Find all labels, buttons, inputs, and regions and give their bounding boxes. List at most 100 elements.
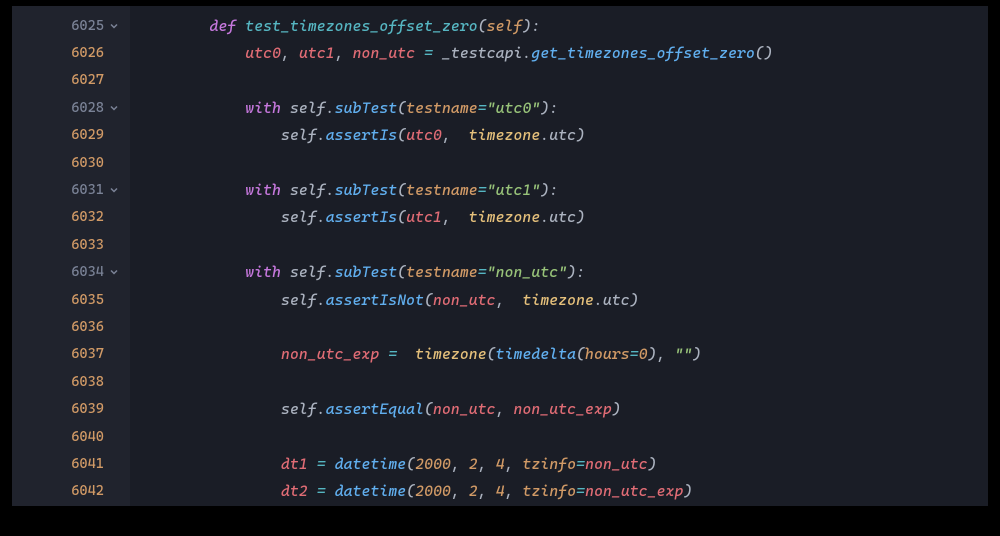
token-pun: utc) <box>549 126 585 144</box>
token-op: = <box>478 181 487 199</box>
token-var: dt1 <box>281 455 308 473</box>
token-pun: _testcapi. <box>433 44 531 62</box>
line-number: 6026 <box>48 45 104 61</box>
gutter-line: 6029 <box>12 122 130 149</box>
token-var: utc1 <box>406 208 442 226</box>
line-number: 6034 <box>48 264 104 280</box>
token-pun <box>415 44 424 62</box>
token-num: 2 <box>469 455 478 473</box>
token-var: non_utc <box>353 44 416 62</box>
token-pun: , <box>442 126 460 144</box>
token-pun <box>308 482 317 500</box>
token-pun: ( <box>478 17 487 35</box>
token-call: assertEqual <box>326 400 424 418</box>
token-call: datetime <box>335 455 407 473</box>
gutter-line: 6042 <box>12 478 130 505</box>
chevron-down-icon[interactable] <box>104 102 124 114</box>
token-obj: timezone <box>460 126 540 144</box>
token-kw: with <box>245 263 281 281</box>
token-call: get_timezones_offset_zero <box>531 44 754 62</box>
token-pun <box>397 345 406 363</box>
chevron-down-icon[interactable] <box>104 20 124 32</box>
token-pun: ): <box>567 263 585 281</box>
gutter-line[interactable]: 6025 <box>12 12 130 39</box>
code-line[interactable]: self.assertIs(utc1, timezone.utc) <box>138 204 988 231</box>
token-op: = <box>478 263 487 281</box>
token-pun: , <box>451 455 469 473</box>
gutter-line: 6037 <box>12 341 130 368</box>
code-line[interactable]: dt1 = datetime(2000, 2, 4, tzinfo=non_ut… <box>138 450 988 477</box>
token-pun <box>138 181 245 199</box>
token-pun: , <box>478 482 496 500</box>
line-number: 6037 <box>48 346 104 362</box>
gutter-line: 6041 <box>12 450 130 477</box>
token-pun: , <box>281 44 299 62</box>
token-pun: ( <box>397 263 406 281</box>
token-pun: ( <box>424 400 433 418</box>
token-pun <box>326 455 335 473</box>
token-kw: with <box>245 99 281 117</box>
token-op: = <box>576 455 585 473</box>
token-op: = <box>630 345 639 363</box>
code-line[interactable]: def test_timezones_offset_zero(self): <box>138 12 988 39</box>
chevron-down-icon[interactable] <box>104 184 124 196</box>
chevron-down-icon[interactable] <box>104 266 124 278</box>
token-pun: , <box>496 400 514 418</box>
token-var: non_utc <box>433 291 496 309</box>
code-line[interactable]: with self.subTest(testname="non_utc"): <box>138 259 988 286</box>
code-line[interactable]: self.assertEqual(non_utc, non_utc_exp) <box>138 395 988 422</box>
token-pun: ): <box>522 17 540 35</box>
token-pun: utc) <box>549 208 585 226</box>
code-line[interactable]: with self.subTest(testname="utc0"): <box>138 94 988 121</box>
code-line[interactable]: self.assertIsNot(non_utc, timezone.utc) <box>138 286 988 313</box>
gutter-line[interactable]: 6031 <box>12 176 130 203</box>
token-op: = <box>478 99 487 117</box>
code-line[interactable]: utc0, utc1, non_utc = _testcapi.get_time… <box>138 39 988 66</box>
code-line[interactable] <box>138 313 988 340</box>
code-line[interactable] <box>138 368 988 395</box>
token-kw: with <box>245 181 281 199</box>
token-pun: ) <box>683 482 692 500</box>
code-line[interactable] <box>138 423 988 450</box>
token-pun: . <box>540 126 549 144</box>
code-line[interactable] <box>138 67 988 94</box>
token-pun: self. <box>281 181 335 199</box>
token-prm: testname <box>406 181 478 199</box>
gutter-line: 6040 <box>12 423 130 450</box>
token-pun: ( <box>576 345 585 363</box>
code-line[interactable] <box>138 149 988 176</box>
token-prm: tzinfo <box>523 455 577 473</box>
token-call: subTest <box>335 181 398 199</box>
token-pun: ( <box>424 291 433 309</box>
token-var: dt2 <box>281 482 308 500</box>
token-op: = <box>424 44 433 62</box>
token-obj: timezone <box>460 208 540 226</box>
code-line[interactable]: self.assertIs(utc0, timezone.utc) <box>138 122 988 149</box>
token-num: 2000 <box>415 455 451 473</box>
code-area[interactable]: def test_timezones_offset_zero(self): ut… <box>130 6 988 506</box>
token-pun: , <box>451 482 469 500</box>
line-number: 6038 <box>48 374 104 390</box>
token-pun: , <box>496 291 514 309</box>
gutter-line[interactable]: 6034 <box>12 259 130 286</box>
token-prm: hours <box>585 345 630 363</box>
token-pun <box>138 17 210 35</box>
token-var: non_utc <box>585 455 648 473</box>
gutter-line: 6035 <box>12 286 130 313</box>
code-line[interactable]: non_utc_exp = timezone(timedelta(hours=0… <box>138 341 988 368</box>
code-editor[interactable]: 6025602660276028602960306031603260336034… <box>12 6 988 506</box>
code-line[interactable]: dt2 = datetime(2000, 2, 4, tzinfo=non_ut… <box>138 478 988 505</box>
line-number: 6036 <box>48 319 104 335</box>
token-var: utc1 <box>299 44 335 62</box>
token-op: = <box>576 482 585 500</box>
token-pun: ( <box>397 126 406 144</box>
code-line[interactable]: with self.subTest(testname="utc1"): <box>138 176 988 203</box>
token-var: non_utc <box>433 400 496 418</box>
token-prm: self <box>487 17 523 35</box>
gutter-line[interactable]: 6028 <box>12 94 130 121</box>
token-pun: . <box>540 208 549 226</box>
token-call: assertIs <box>326 208 398 226</box>
token-obj: timezone <box>514 291 594 309</box>
token-num: 4 <box>496 455 505 473</box>
code-line[interactable] <box>138 231 988 258</box>
